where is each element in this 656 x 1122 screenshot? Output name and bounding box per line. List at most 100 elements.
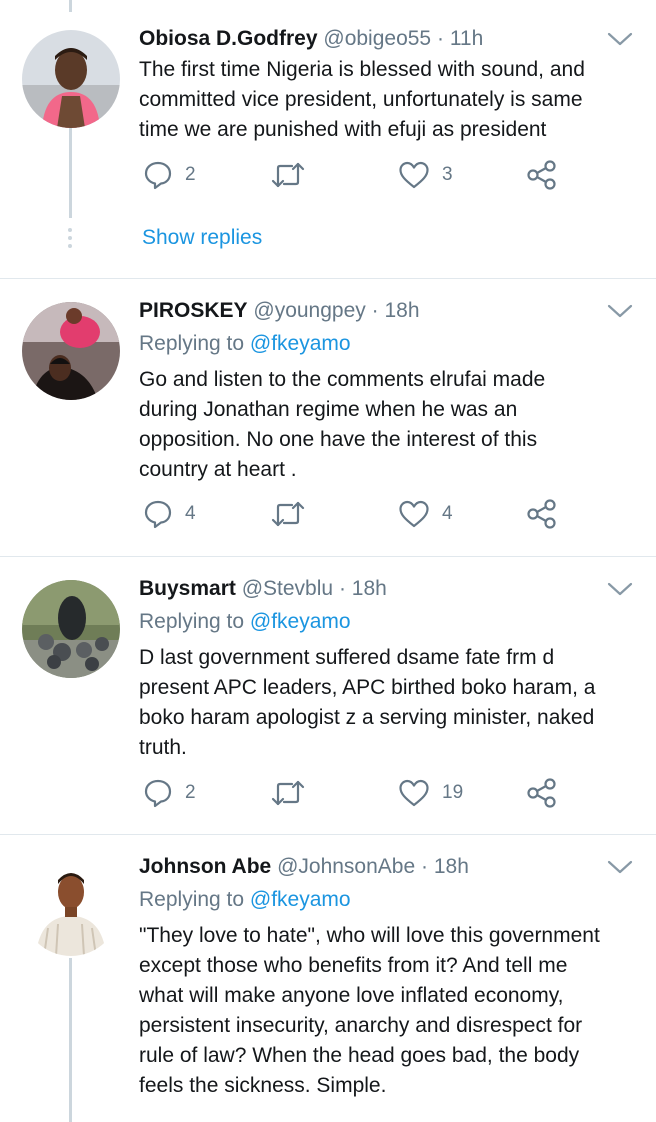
- reply-count: 4: [185, 503, 196, 524]
- reply-icon: [144, 500, 172, 529]
- retweet-button[interactable]: [271, 160, 317, 190]
- share-icon: [527, 499, 556, 529]
- like-count: 3: [442, 164, 453, 185]
- tweet-text-line: boko haram apologist z a serving ministe…: [139, 706, 595, 729]
- tweet-text-line: time we are punished with efuji as presi…: [139, 118, 547, 141]
- display-name[interactable]: PIROSKEY: [139, 299, 248, 322]
- avatar[interactable]: [22, 302, 120, 400]
- show-replies-link[interactable]: Show replies: [142, 223, 262, 253]
- tweet-text-line: feels the sickness. Simple.: [139, 1074, 387, 1097]
- tweet-text-line: Go and listen to the comments elrufai ma…: [139, 368, 546, 391]
- tweet-text-line: D last government suffered dsame fate fr…: [139, 646, 555, 669]
- separator-dot: ·: [338, 577, 346, 600]
- tweet-time[interactable]: 18h: [352, 577, 387, 600]
- tweet-time[interactable]: 18h: [434, 855, 469, 878]
- retweet-button[interactable]: [271, 778, 317, 808]
- like-count: 19: [442, 782, 464, 803]
- mention-link[interactable]: @fkeyamo: [250, 610, 351, 633]
- mention-link[interactable]: @fkeyamo: [250, 332, 351, 355]
- tweet-text-line: except those who benefits from it? And t…: [139, 954, 568, 977]
- replying-to: Replying to @fkeyamo: [139, 329, 351, 359]
- like-button[interactable]: 19: [398, 778, 463, 808]
- tweet-1[interactable]: Obiosa D.Godfrey @obigeo55 · 11h The fir…: [0, 24, 656, 274]
- retweet-icon: [271, 501, 305, 527]
- avatar[interactable]: [22, 580, 120, 678]
- user-handle[interactable]: @JohnsonAbe: [277, 855, 415, 878]
- share-button[interactable]: [526, 778, 558, 808]
- replying-to: Replying to @fkeyamo: [139, 885, 351, 915]
- replying-to: Replying to @fkeyamo: [139, 607, 351, 637]
- share-icon: [527, 778, 556, 808]
- user-handle[interactable]: @Stevblu: [242, 577, 333, 600]
- tweet-actions: 2 19: [139, 778, 639, 818]
- divider: [0, 556, 656, 557]
- thread-line-top: [69, 0, 72, 12]
- separator-dot: ·: [436, 27, 444, 50]
- tweet-header: PIROSKEY @youngpey · 18h: [139, 296, 420, 326]
- tweet-actions: 2 3: [139, 160, 639, 200]
- reply-button[interactable]: 4: [143, 499, 196, 529]
- tweet-2[interactable]: PIROSKEY @youngpey · 18h Replying to @fk…: [0, 296, 656, 556]
- retweet-icon: [271, 162, 305, 188]
- tweet-text-line: truth.: [139, 736, 187, 759]
- tweet-4[interactable]: Johnson Abe @JohnsonAbe · 18h Replying t…: [0, 852, 656, 1122]
- tweet-text-line: "They love to hate", who will love this …: [139, 924, 600, 947]
- tweet-header: Buysmart @Stevblu · 18h: [139, 574, 387, 604]
- chevron-down-icon[interactable]: [606, 30, 634, 48]
- replying-to-label: Replying to: [139, 332, 245, 355]
- tweet-text: Go and listen to the comments elrufai ma…: [139, 365, 639, 485]
- divider: [0, 834, 656, 835]
- tweet-text-line: The first time Nigeria is blessed with s…: [139, 58, 585, 81]
- replying-to-label: Replying to: [139, 610, 245, 633]
- heart-icon: [399, 779, 429, 807]
- avatar[interactable]: [22, 858, 120, 956]
- reply-count: 2: [185, 164, 196, 185]
- heart-icon: [399, 500, 429, 528]
- tweet-time[interactable]: 11h: [450, 27, 483, 50]
- tweet-text-line: persistent insecurity, anarchy and disre…: [139, 1014, 583, 1037]
- divider: [0, 278, 656, 279]
- share-button[interactable]: [526, 499, 558, 529]
- tweet-text-line: during Jonathan regime when he was an: [139, 398, 518, 421]
- display-name[interactable]: Buysmart: [139, 577, 236, 600]
- reply-button[interactable]: 2: [143, 778, 196, 808]
- like-button[interactable]: 3: [398, 160, 453, 190]
- chevron-down-icon[interactable]: [606, 580, 634, 598]
- reply-icon: [144, 161, 172, 190]
- reply-button[interactable]: 2: [143, 160, 196, 190]
- tweet-3[interactable]: Buysmart @Stevblu · 18h Replying to @fke…: [0, 574, 656, 834]
- mention-link[interactable]: @fkeyamo: [250, 888, 351, 911]
- tweet-header: Johnson Abe @JohnsonAbe · 18h: [139, 852, 469, 882]
- display-name[interactable]: Obiosa D.Godfrey: [139, 27, 318, 50]
- replying-to-label: Replying to: [139, 888, 245, 911]
- tweet-text-line: opposition. No one have the interest of …: [139, 428, 538, 451]
- chevron-down-icon[interactable]: [606, 858, 634, 876]
- tweet-text-line: committed vice president, unfortunately …: [139, 88, 583, 111]
- tweet-time[interactable]: 18h: [384, 299, 419, 322]
- reply-icon: [144, 779, 172, 808]
- tweet-header: Obiosa D.Godfrey @obigeo55 · 11h: [139, 24, 483, 54]
- like-button[interactable]: 4: [398, 499, 453, 529]
- user-handle[interactable]: @youngpey: [253, 299, 365, 322]
- tweet-actions: 4 4: [139, 499, 639, 539]
- heart-icon: [399, 161, 429, 189]
- share-button[interactable]: [526, 160, 558, 190]
- separator-dot: ·: [421, 855, 429, 878]
- tweet-text-line: what will make anyone love inflated econ…: [139, 984, 564, 1007]
- like-count: 4: [442, 503, 453, 524]
- tweet-text: D last government suffered dsame fate fr…: [139, 643, 639, 763]
- tweet-text: "They love to hate", who will love this …: [139, 921, 639, 1101]
- retweet-icon: [271, 780, 305, 806]
- tweet-text-line: present APC leaders, APC birthed boko ha…: [139, 676, 596, 699]
- share-icon: [527, 160, 556, 190]
- chevron-down-icon[interactable]: [606, 302, 634, 320]
- separator-dot: ·: [371, 299, 379, 322]
- retweet-button[interactable]: [271, 499, 317, 529]
- avatar[interactable]: [22, 30, 120, 128]
- tweet-text-line: rule of law? When the head goes bad, the…: [139, 1044, 580, 1067]
- user-handle[interactable]: @obigeo55: [323, 27, 431, 50]
- tweet-text-line: country at heart .: [139, 458, 297, 481]
- reply-count: 2: [185, 782, 196, 803]
- display-name[interactable]: Johnson Abe: [139, 855, 271, 878]
- tweet-text: The first time Nigeria is blessed with s…: [139, 55, 639, 145]
